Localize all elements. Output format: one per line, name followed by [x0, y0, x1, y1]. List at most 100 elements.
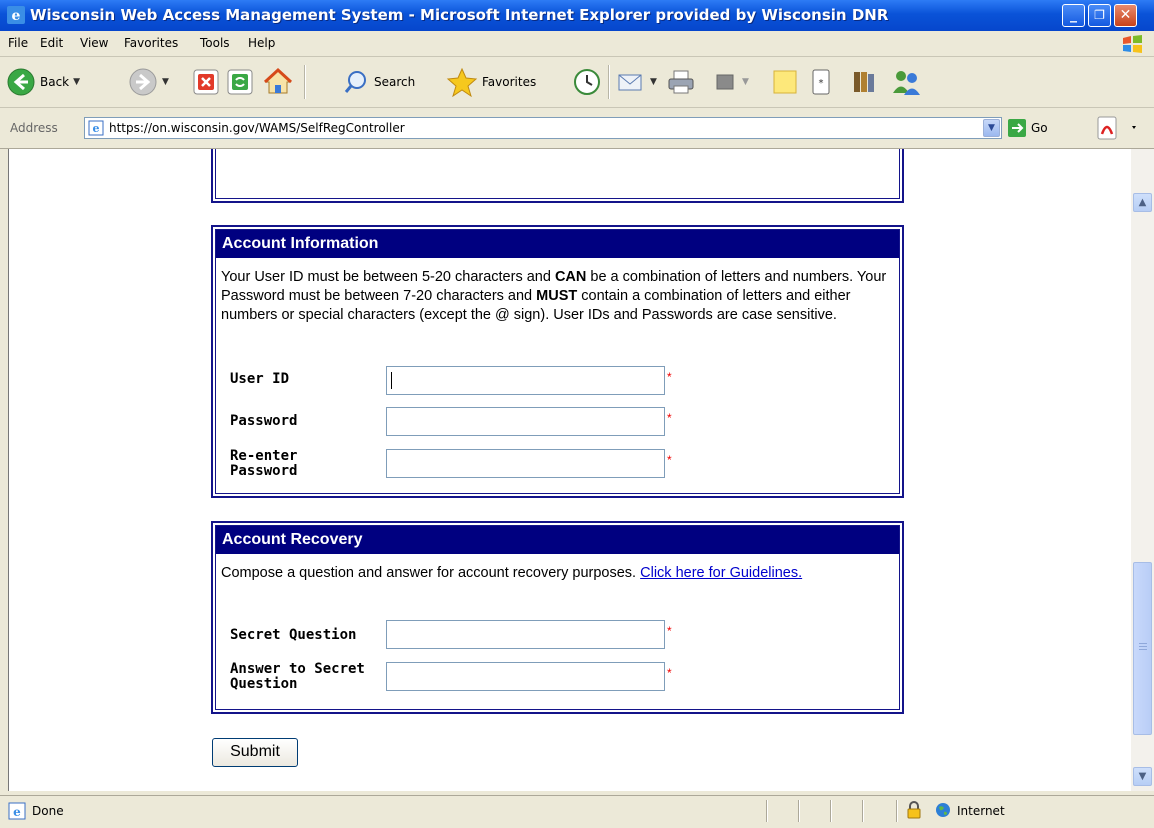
account-recovery-panel: Account Recovery Compose a question and …: [211, 521, 904, 714]
svg-text:e: e: [12, 8, 21, 24]
answer-label: Answer to Secret Question: [230, 661, 365, 692]
back-button[interactable]: Back ▼: [6, 64, 80, 100]
svg-text:e: e: [93, 122, 100, 135]
secret-question-label: Secret Question: [230, 627, 357, 643]
ie-logo-icon: e: [7, 6, 25, 24]
previous-panel: [211, 149, 904, 203]
back-arrow-icon: [7, 68, 35, 96]
required-marker: *: [667, 411, 672, 425]
required-marker: *: [667, 666, 672, 680]
discuss-button[interactable]: [770, 64, 800, 100]
print-button[interactable]: [666, 64, 696, 100]
go-arrow-icon: [1008, 119, 1026, 137]
pdf-button[interactable]: [1092, 114, 1142, 142]
address-bar: Address e https://on.wisconsin.gov/WAMS/…: [0, 108, 1154, 149]
search-icon: [344, 71, 366, 93]
window-title: Wisconsin Web Access Management System -…: [30, 6, 889, 24]
password-input[interactable]: [386, 407, 665, 436]
page-content: Account Information Your User ID must be…: [8, 149, 1132, 791]
edit-dropdown-icon[interactable]: ▼: [742, 77, 749, 87]
address-dropdown-icon[interactable]: ▼: [983, 119, 1000, 137]
print-icon: [668, 70, 694, 94]
lock-icon: [907, 801, 921, 819]
refresh-button[interactable]: [226, 64, 254, 100]
secret-question-input[interactable]: [386, 620, 665, 649]
re-enter-password-input[interactable]: [386, 449, 665, 478]
note-icon: [773, 70, 797, 94]
required-marker: *: [667, 453, 672, 467]
required-marker: *: [667, 370, 672, 384]
scroll-up-icon[interactable]: ▲: [1133, 193, 1152, 212]
svg-text:*: *: [819, 78, 824, 89]
menu-favorites[interactable]: Favorites: [124, 36, 178, 50]
re-enter-password-label: Re-enter Password: [230, 448, 298, 479]
research-button[interactable]: [850, 64, 880, 100]
favorites-button[interactable]: Favorites: [446, 64, 536, 100]
messenger-note-button[interactable]: *: [808, 64, 834, 100]
internet-globe-icon: [936, 803, 950, 817]
windows-flag-icon: [1123, 35, 1142, 53]
svg-text:e: e: [13, 805, 21, 819]
menu-edit[interactable]: Edit: [40, 36, 63, 50]
history-icon: [574, 69, 600, 95]
toolbar-separator: [608, 65, 610, 99]
menu-file[interactable]: File: [8, 36, 28, 50]
mail-icon: [618, 74, 642, 91]
required-marker: *: [667, 624, 672, 638]
favorites-star-icon: [446, 67, 478, 97]
user-id-input[interactable]: [386, 366, 665, 395]
account-information-panel: Account Information Your User ID must be…: [211, 225, 904, 498]
submit-button[interactable]: Submit: [212, 738, 298, 767]
history-button[interactable]: [572, 64, 602, 100]
edit-button[interactable]: ▼: [712, 64, 749, 100]
scroll-thumb[interactable]: [1133, 562, 1152, 735]
address-label: Address: [10, 121, 58, 135]
mail-button[interactable]: ▼: [616, 64, 657, 100]
forward-button[interactable]: ▼: [128, 64, 169, 100]
vertical-scrollbar[interactable]: ▲ ▼: [1131, 149, 1154, 791]
stop-icon: [193, 69, 219, 95]
account-recovery-heading: Account Recovery: [216, 526, 899, 554]
edit-icon: [716, 74, 734, 90]
scroll-down-icon[interactable]: ▼: [1133, 767, 1152, 786]
menu-bar: File Edit View Favorites Tools Help: [0, 31, 1154, 57]
messenger-button[interactable]: [890, 64, 922, 100]
address-input[interactable]: e https://on.wisconsin.gov/WAMS/SelfRegC…: [84, 117, 1002, 139]
menu-help[interactable]: Help: [248, 36, 275, 50]
refresh-icon: [227, 69, 253, 95]
forward-dropdown-icon[interactable]: ▼: [162, 77, 169, 87]
menu-view[interactable]: View: [80, 36, 108, 50]
account-recovery-description: Compose a question and answer for accoun…: [221, 565, 803, 581]
standard-toolbar: Back ▼ ▼ Search Favorites ▼ ▼ *: [0, 57, 1154, 108]
text-caret: [391, 372, 392, 389]
back-dropdown-icon[interactable]: ▼: [73, 77, 80, 87]
answer-input[interactable]: [386, 662, 665, 691]
research-books-icon: [854, 72, 874, 92]
status-bar: e Done Internet: [0, 795, 1154, 828]
pdf-icon: [1097, 116, 1136, 140]
search-button[interactable]: Search: [344, 64, 415, 100]
title-bar: e Wisconsin Web Access Management System…: [0, 0, 1154, 31]
password-label: Password: [230, 413, 298, 429]
maximize-button[interactable]: ❐: [1088, 4, 1111, 27]
page-done-icon: e: [8, 802, 26, 820]
guidelines-link[interactable]: Click here for Guidelines.: [640, 565, 802, 581]
stop-button[interactable]: [192, 64, 220, 100]
device-icon: *: [812, 69, 830, 95]
minimize-button[interactable]: _: [1062, 4, 1085, 27]
security-zone-label: Internet: [957, 804, 1005, 818]
home-icon: [263, 67, 293, 94]
close-button[interactable]: ✕: [1114, 4, 1137, 27]
home-button[interactable]: [262, 64, 294, 100]
go-button[interactable]: Go: [1007, 117, 1067, 139]
account-information-description: Your User ID must be between 5-20 charac…: [221, 269, 887, 323]
status-text: Done: [32, 804, 64, 818]
page-icon: e: [88, 120, 104, 136]
toolbar-separator: [304, 65, 306, 99]
menu-tools[interactable]: Tools: [200, 36, 230, 50]
user-id-label: User ID: [230, 371, 290, 387]
forward-arrow-icon: [129, 68, 157, 96]
mail-dropdown-icon[interactable]: ▼: [650, 77, 657, 87]
address-url: https://on.wisconsin.gov/WAMS/SelfRegCon…: [109, 121, 405, 135]
account-information-heading: Account Information: [216, 230, 899, 258]
